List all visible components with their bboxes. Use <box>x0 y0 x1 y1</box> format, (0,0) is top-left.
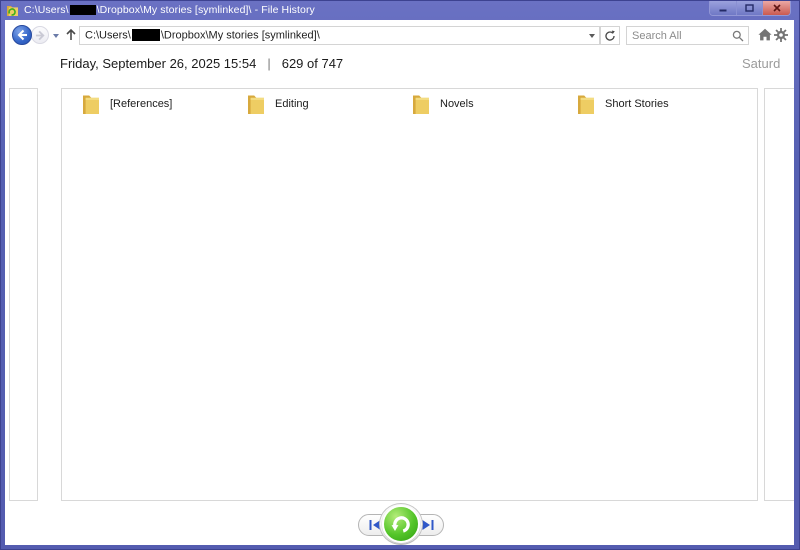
address-dropdown-chevron-icon[interactable] <box>589 33 595 38</box>
back-arrow-icon <box>17 29 27 41</box>
home-icon <box>758 28 772 41</box>
refresh-button[interactable] <box>600 26 620 45</box>
forward-button[interactable] <box>31 26 49 44</box>
redacted-username <box>131 29 160 41</box>
forward-arrow-icon <box>35 30 45 40</box>
caption-buttons <box>709 1 791 16</box>
search-input[interactable] <box>627 29 732 42</box>
folder-label: Novels <box>440 98 474 110</box>
folder-item-references[interactable]: [References] <box>77 91 176 117</box>
address-bar[interactable]: C:\Users\ \Dropbox\My stories [symlinked]… <box>79 26 600 45</box>
minimize-button[interactable] <box>710 1 736 15</box>
folder-label: Editing <box>275 98 309 110</box>
window-title: C:\Users\ \Dropbox\My stories [symlinked]… <box>24 4 315 17</box>
previous-snapshot-panel <box>9 88 38 501</box>
recent-pages-chevron-icon[interactable] <box>53 34 59 38</box>
folder-item-editing[interactable]: Editing <box>242 91 313 117</box>
refresh-icon <box>605 30 615 41</box>
file-history-window: C:\Users\ \Dropbox\My stories [symlinked]… <box>0 0 800 550</box>
snapshot-header: Friday, September 26, 2025 15:54 | 629 o… <box>60 56 343 71</box>
header-separator: | <box>267 56 271 71</box>
file-history-icon <box>7 6 18 17</box>
redacted-username <box>69 4 96 15</box>
maximize-button[interactable] <box>736 1 762 15</box>
gear-icon <box>774 28 788 42</box>
snapshot-date: Friday, September 26, 2025 15:54 <box>60 56 257 71</box>
home-button[interactable] <box>758 28 772 41</box>
snapshot-position: 629 of 747 <box>281 56 344 71</box>
folder-icon <box>248 95 264 114</box>
client-area: C:\Users\ \Dropbox\My stories [symlinked]… <box>5 20 794 545</box>
current-snapshot-panel: [References] Editing Novels Short Storie… <box>61 88 758 501</box>
address-path: C:\Users\ \Dropbox\My stories [symlinked]… <box>85 29 320 42</box>
titlebar: C:\Users\ \Dropbox\My stories [symlinked]… <box>1 1 799 20</box>
back-button[interactable] <box>12 25 32 45</box>
maximize-icon <box>745 4 754 12</box>
folder-icon <box>578 95 594 114</box>
folder-item-novels[interactable]: Novels <box>407 91 478 117</box>
settings-button[interactable] <box>774 28 788 42</box>
up-button[interactable] <box>63 26 79 44</box>
folder-icon <box>83 95 99 114</box>
close-icon <box>772 4 781 12</box>
next-snapshot-panel <box>764 88 794 501</box>
restore-circular-arrow-icon <box>391 515 410 533</box>
folder-label: Short Stories <box>605 98 669 110</box>
minimize-icon <box>719 9 727 12</box>
folder-icon <box>413 95 429 114</box>
close-button[interactable] <box>762 1 790 15</box>
next-snapshot-date-partial: Saturd <box>742 56 781 71</box>
folder-item-short-stories[interactable]: Short Stories <box>572 91 673 117</box>
search-box <box>626 26 749 45</box>
folder-label: [References] <box>110 98 173 110</box>
search-icon[interactable] <box>732 30 744 42</box>
restore-button[interactable] <box>382 505 420 543</box>
up-arrow-icon <box>66 28 76 40</box>
